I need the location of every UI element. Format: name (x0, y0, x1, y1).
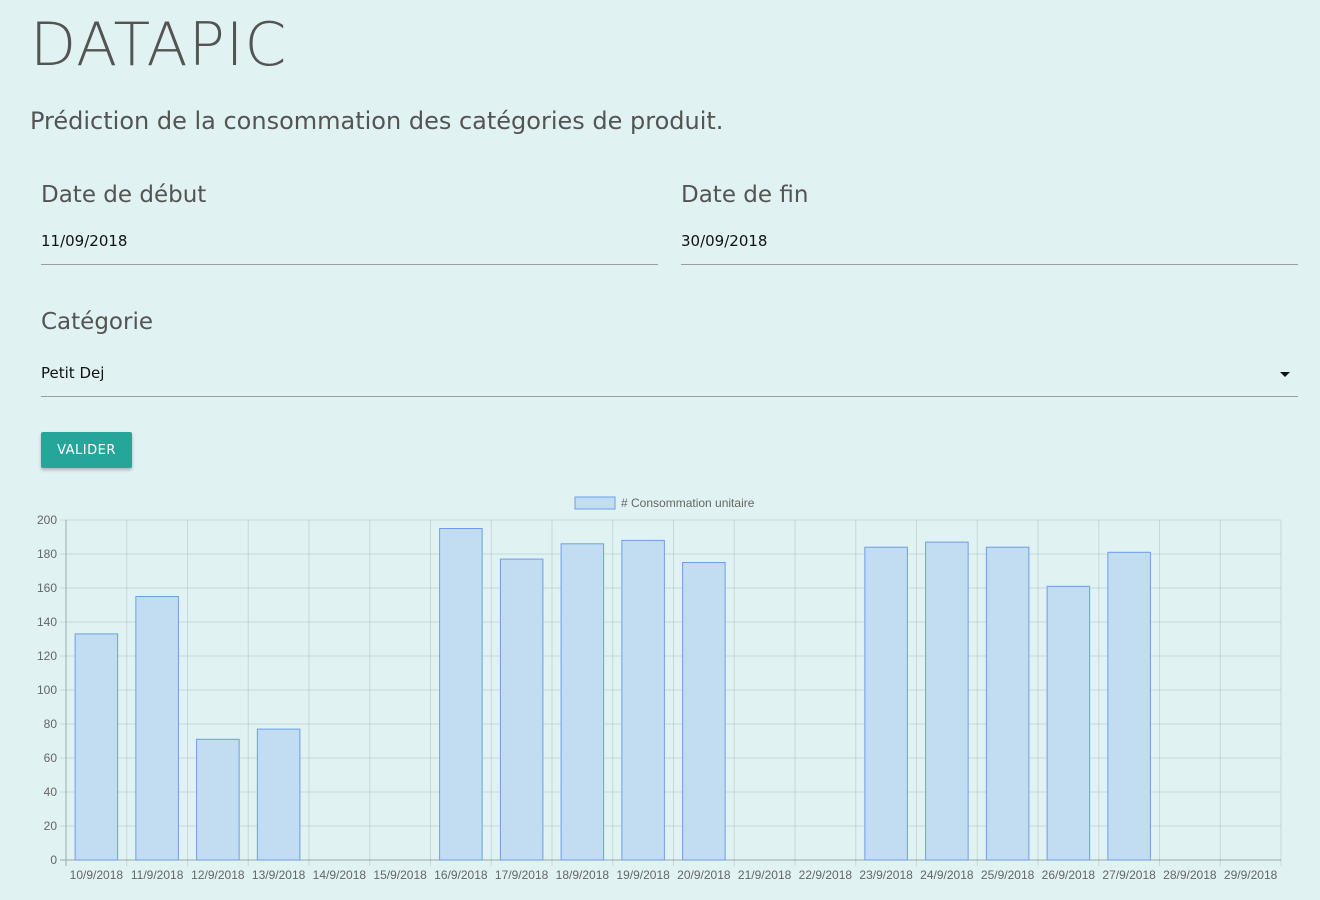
x-tick-label: 26/9/2018 (1042, 868, 1096, 882)
bar (1107, 551, 1151, 861)
category-underline (41, 396, 1298, 397)
x-tick-label: 10/9/2018 (70, 868, 124, 882)
bar (74, 633, 119, 861)
start-date-label: Date de début (41, 182, 207, 208)
x-tick-label: 18/9/2018 (556, 868, 610, 882)
end-date-label: Date de fin (681, 182, 809, 208)
y-tick-label: 120 (37, 649, 57, 663)
bar (256, 728, 301, 861)
x-tick-label: 22/9/2018 (799, 868, 853, 882)
legend-label: # Consommation unitaire (621, 496, 755, 510)
end-date-underline (681, 264, 1298, 265)
y-tick-label: 80 (44, 717, 58, 731)
x-tick-label: 27/9/2018 (1102, 868, 1156, 882)
x-tick-label: 28/9/2018 (1163, 868, 1217, 882)
bar (985, 546, 1030, 861)
x-tick-label: 11/9/2018 (131, 868, 184, 882)
bar (499, 558, 544, 861)
bar (439, 528, 483, 861)
page-subtitle: Prédiction de la consommation des catégo… (30, 107, 724, 135)
bar (621, 539, 665, 861)
category-selected-value[interactable]: Petit Dej (41, 363, 104, 383)
bar (560, 543, 605, 861)
category-label: Catégorie (41, 309, 153, 335)
legend-swatch (574, 496, 616, 510)
y-tick-label: 160 (37, 581, 57, 595)
end-date-input[interactable]: 30/09/2018 (681, 231, 767, 251)
y-tick-label: 140 (37, 615, 57, 629)
x-tick-label: 19/9/2018 (616, 868, 670, 882)
x-tick-label: 24/9/2018 (920, 868, 974, 882)
x-tick-label: 15/9/2018 (373, 868, 427, 882)
bar (135, 596, 179, 861)
x-tick-label: 29/9/2018 (1224, 868, 1278, 882)
consumption-bar-chart: 0 20 40 60 80 100 120 140 160 180 200 10/9/2018 11/9… (37, 496, 1282, 882)
x-tick-label: 14/9/2018 (313, 868, 367, 882)
x-tick-label: 20/9/2018 (677, 868, 731, 882)
bar (1046, 585, 1091, 861)
y-tick-label: 0 (50, 853, 57, 867)
start-date-underline (41, 264, 658, 265)
bar (682, 562, 726, 861)
x-tick-label: 17/9/2018 (495, 868, 549, 882)
y-tick-label: 100 (37, 683, 57, 697)
x-tick-label: 13/9/2018 (252, 868, 306, 882)
y-tick-label: 40 (44, 785, 58, 799)
y-tick-label: 200 (37, 513, 57, 527)
dropdown-arrow-icon[interactable] (1280, 372, 1290, 377)
y-tick-label: 60 (44, 751, 58, 765)
x-tick-label: 12/9/2018 (191, 868, 245, 882)
x-tick-label: 16/9/2018 (434, 868, 488, 882)
bar (196, 738, 240, 861)
app-title: DATAPIC (30, 10, 288, 80)
y-tick-label: 20 (44, 819, 58, 833)
x-tick-label: 23/9/2018 (859, 868, 913, 882)
x-tick-label: 21/9/2018 (738, 868, 792, 882)
start-date-input[interactable]: 11/09/2018 (41, 231, 127, 251)
x-tick-label: 25/9/2018 (981, 868, 1035, 882)
bar (864, 546, 908, 861)
y-tick-label: 180 (37, 547, 57, 561)
validate-button[interactable]: VALIDER (41, 432, 132, 468)
bar (925, 541, 969, 861)
